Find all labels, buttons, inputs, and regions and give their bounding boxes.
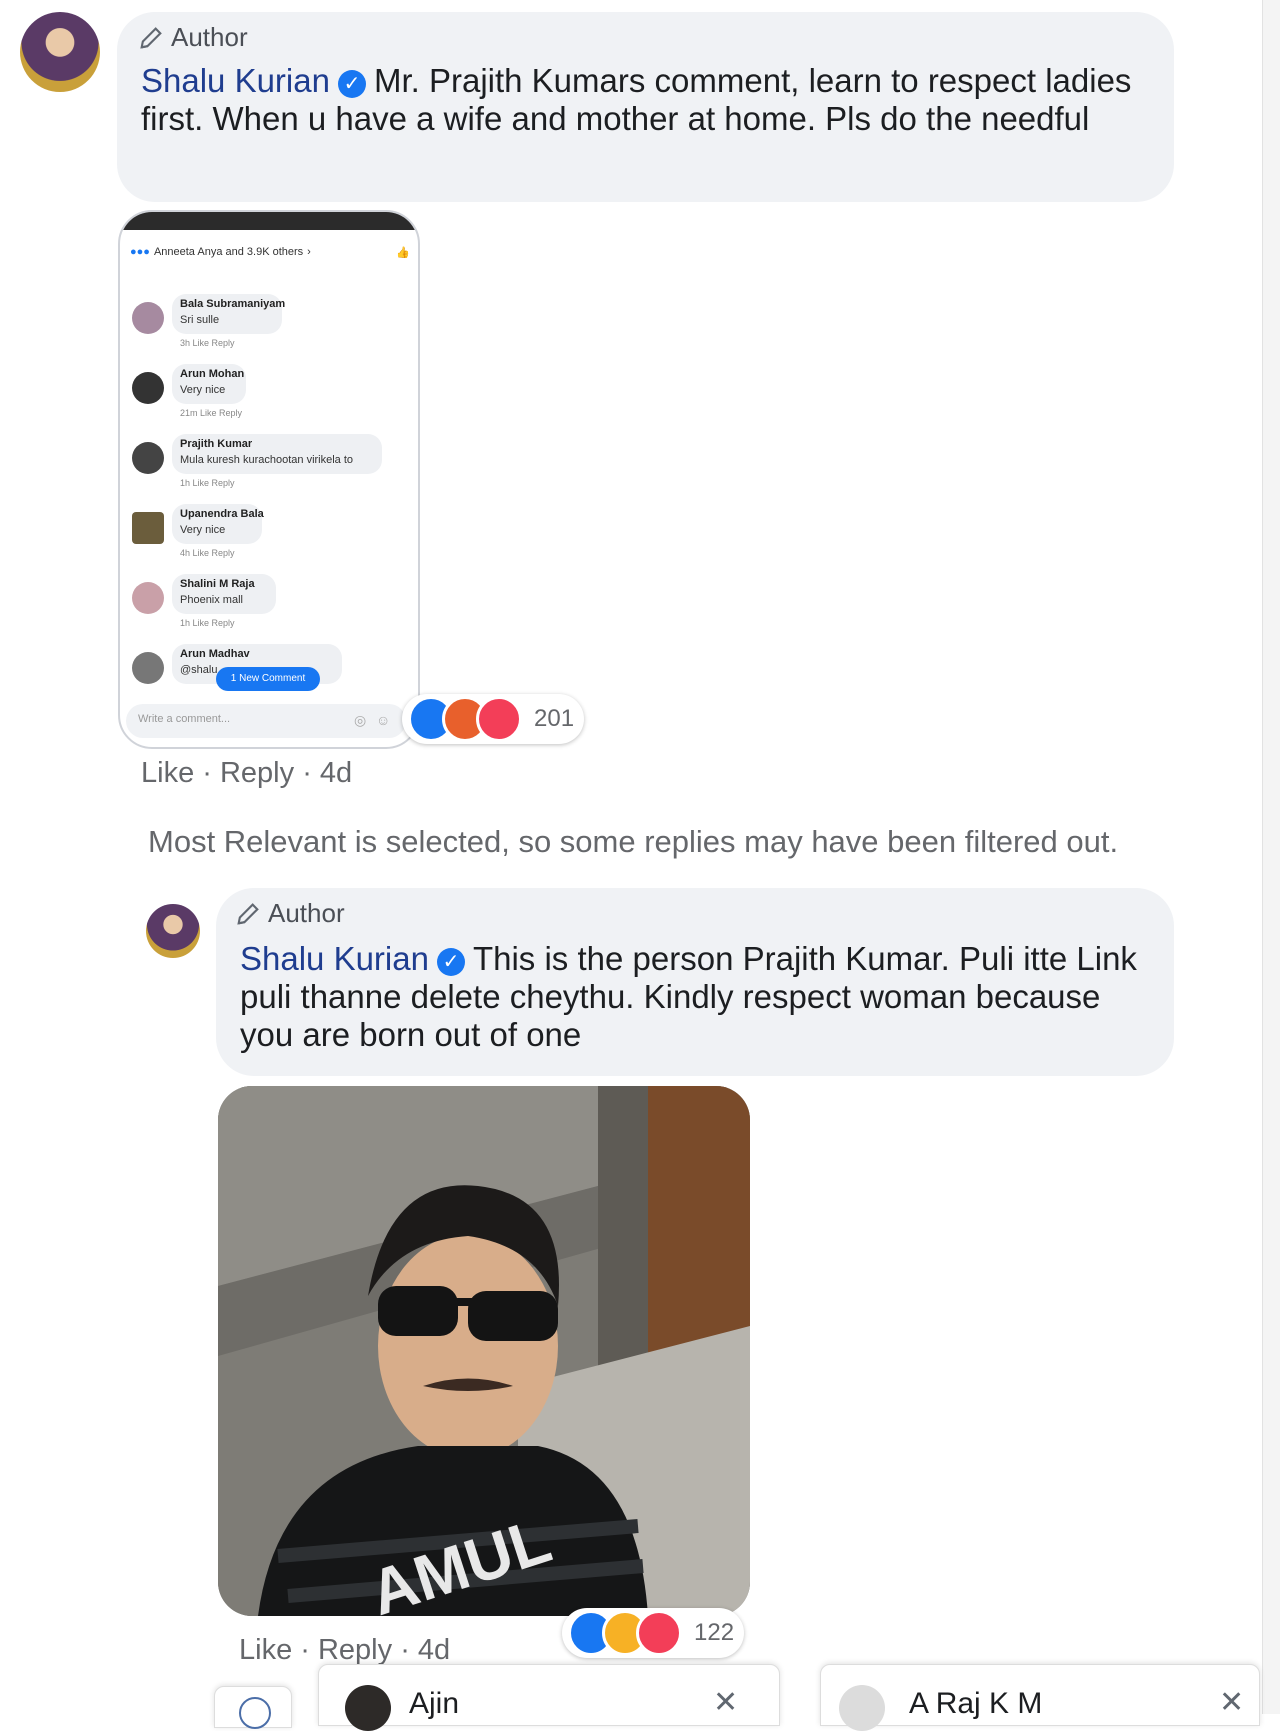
chat-tab-name: Ajin <box>409 1687 460 1720</box>
verified-badge-icon: ✓ <box>436 948 465 976</box>
reply-link[interactable]: Reply <box>220 757 294 789</box>
list-item: Arun Mohan Very nice 21m Like Reply <box>120 362 418 422</box>
comment-timestamp[interactable]: 4d <box>320 757 352 789</box>
comment-body: Shalu Kurian ✓ This is the person Prajith … <box>240 940 1140 1054</box>
camera-icon: ◎ <box>354 712 367 728</box>
commenter-avatar[interactable] <box>20 12 100 92</box>
page-scrollbar[interactable] <box>1262 0 1280 1714</box>
attachment-header-text: Anneeta Anya and 3.9K others <box>153 246 304 258</box>
comment-attachment-photo[interactable]: AMUL <box>218 1086 750 1616</box>
chat-icon <box>239 1697 271 1729</box>
mini-comment-meta: 1h Like Reply <box>180 478 235 488</box>
avatar <box>132 512 164 544</box>
author-badge-label: Author <box>171 22 248 52</box>
chat-tab[interactable]: A Raj K M ✕ <box>820 1664 1260 1731</box>
mini-reaction-icons: ●●● <box>130 246 150 258</box>
chat-tab[interactable]: Ajin ✕ <box>318 1664 780 1731</box>
new-comment-button[interactable]: 1 New Comment <box>216 667 320 691</box>
mini-comment-name: Prajith Kumar <box>180 438 253 450</box>
mini-comment-text: Very nice <box>180 384 226 396</box>
comment-body: Shalu Kurian ✓ Mr. Prajith Kumars comment,… <box>141 62 1141 138</box>
avatar <box>132 442 164 474</box>
separator: · <box>300 1634 318 1666</box>
author-badge: Author <box>234 898 345 929</box>
attachment-top-bar <box>120 212 418 230</box>
separator: · <box>400 1634 418 1666</box>
comment-actions: Like · Reply · 4d <box>141 757 352 790</box>
mini-comment-name: Shalini M Raja <box>180 578 255 590</box>
mini-comment-meta: 4h Like Reply <box>180 548 235 558</box>
comment-attachment-image[interactable]: ●●● Anneeta Anya and 3.9K others › 👍 Bal… <box>118 210 420 749</box>
author-badge-label: Author <box>268 898 345 928</box>
like-link[interactable]: Like <box>239 1634 292 1666</box>
chevron-right-icon: › <box>307 246 311 258</box>
chat-launcher-button[interactable] <box>214 1686 292 1729</box>
mini-comment-name: Arun Madhav <box>180 648 250 660</box>
reactions-summary[interactable]: 201 <box>402 694 585 744</box>
selfie-photo: AMUL <box>218 1086 750 1616</box>
love-reaction-icon <box>476 696 522 742</box>
commenter-name[interactable]: Shalu Kurian <box>141 62 330 99</box>
mini-comment-text: Phoenix mall <box>180 594 243 606</box>
list-item: Shalini M Raja Phoenix mall 1h Like Repl… <box>120 572 418 632</box>
list-item: Bala Subramaniyam Sri sulle 3h Like Repl… <box>120 292 418 352</box>
comment-bubble: Author Shalu Kurian ✓ Mr. Prajith Kumars c… <box>117 12 1174 202</box>
mini-comment-name: Arun Mohan <box>180 368 245 380</box>
avatar <box>132 652 164 684</box>
separator: · <box>302 757 320 789</box>
chat-tab-name: A Raj K M <box>909 1687 1043 1720</box>
avatar <box>132 372 164 404</box>
commenter-avatar[interactable] <box>146 904 200 958</box>
mini-comment-meta: 21m Like Reply <box>180 408 243 418</box>
mini-comment-name: Bala Subramaniyam <box>180 298 286 310</box>
avatar <box>132 582 164 614</box>
pencil-icon <box>140 26 162 49</box>
comment-bubble: Author Shalu Kurian ✓ This is the person P… <box>216 888 1174 1076</box>
emoji-icon: ☺ <box>376 712 391 728</box>
close-icon[interactable]: ✕ <box>713 1685 738 1720</box>
mini-comment-text: Sri sulle <box>180 314 220 326</box>
avatar <box>839 1685 885 1731</box>
write-comment-field[interactable]: Write a comment... ◎ ☺ <box>126 704 406 738</box>
commenter-name[interactable]: Shalu Kurian <box>240 940 429 977</box>
mini-comment-meta: 3h Like Reply <box>180 338 235 348</box>
close-icon[interactable]: ✕ <box>1219 1685 1244 1720</box>
separator: · <box>202 757 220 789</box>
mini-comment-text: Mula kuresh kurachootan virikela to <box>180 454 354 466</box>
attachment-reactions-header: ●●● Anneeta Anya and 3.9K others › 👍 <box>130 242 410 262</box>
thumbs-up-icon: 👍 <box>396 246 410 259</box>
avatar <box>345 1685 391 1731</box>
reactions-summary[interactable]: 122 <box>562 1608 745 1658</box>
mini-comment-text: Very nice <box>180 524 226 536</box>
list-item: Prajith Kumar Mula kuresh kurachootan vi… <box>120 432 418 492</box>
reaction-count: 201 <box>534 705 575 732</box>
comment-timestamp[interactable]: 4d <box>418 1634 450 1666</box>
author-badge: Author <box>137 22 248 53</box>
like-link[interactable]: Like <box>141 757 194 789</box>
verified-badge-icon: ✓ <box>337 70 366 98</box>
love-reaction-icon <box>636 1610 682 1656</box>
avatar <box>132 302 164 334</box>
reply-link[interactable]: Reply <box>318 1634 392 1666</box>
list-item: Upanendra Bala Very nice 4h Like Reply <box>120 502 418 562</box>
pencil-icon <box>237 902 259 925</box>
reaction-count: 122 <box>694 1619 735 1646</box>
filter-note: Most Relevant is selected, so some repli… <box>148 824 1119 859</box>
mini-comment-meta: 1h Like Reply <box>180 618 235 628</box>
mini-comment-name: Upanendra Bala <box>180 508 264 520</box>
comment-actions: Like · Reply · 4d <box>239 1634 450 1667</box>
write-comment-placeholder: Write a comment... <box>138 713 231 725</box>
